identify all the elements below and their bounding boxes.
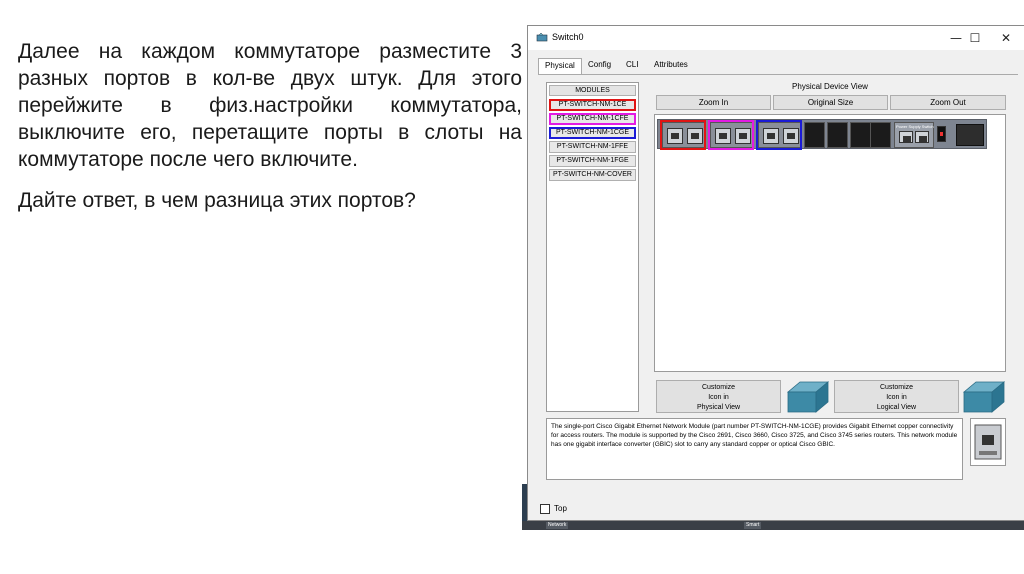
empty-slot[interactable] <box>870 122 891 148</box>
background-toolbar: Network Smart <box>522 521 1024 530</box>
tab-divider <box>538 74 1018 75</box>
toolbar-item-network[interactable]: Network <box>546 522 569 529</box>
top-label: Top <box>554 504 567 513</box>
modules-header: MODULES <box>549 85 636 96</box>
switch-icon <box>786 381 830 413</box>
zoom-out-button[interactable]: Zoom Out <box>890 95 1006 110</box>
highlight-red-frame <box>660 120 706 150</box>
tab-cli[interactable]: CLI <box>620 58 644 74</box>
port-icon <box>915 131 929 143</box>
zoom-in-button[interactable]: Zoom In <box>656 95 771 110</box>
minimize-button[interactable]: — <box>948 30 964 46</box>
psu-label: Power Supply Switch <box>896 124 934 129</box>
highlight-magenta-frame <box>708 120 754 150</box>
top-checkbox[interactable] <box>540 504 550 514</box>
physical-tab-content: MODULES PT-SWITCH-NM-1CE PT-SWITCH-NM-1C… <box>542 78 1015 490</box>
maximize-button[interactable]: ☐ <box>967 30 983 46</box>
toolbar-item-smart[interactable]: Smart <box>744 522 762 529</box>
customize-physical-button[interactable]: Customize Icon in Physical View <box>656 380 781 413</box>
empty-slot[interactable] <box>804 122 825 148</box>
tab-physical[interactable]: Physical <box>538 58 582 75</box>
power-supply: Power Supply Switch <box>894 122 934 148</box>
switch-chassis: Power Supply Switch <box>657 119 987 150</box>
tab-config[interactable]: Config <box>582 58 617 74</box>
title-bar: Switch0 — ☐ ✕ <box>528 26 1024 50</box>
original-size-button[interactable]: Original Size <box>773 95 888 110</box>
instruction-paragraph: Далее на каждом коммутаторе разместите 3… <box>18 40 522 171</box>
switch-window: Switch0 — ☐ ✕ Physical Config CLI Attrib… <box>527 25 1024 521</box>
module-item[interactable]: PT-SWITCH-NM-1FGE <box>549 155 636 167</box>
app-icon <box>536 32 548 42</box>
module-item[interactable]: PT-SWITCH-NM-1FFE <box>549 141 636 153</box>
customize-logical-button[interactable]: Customize Icon in Logical View <box>834 380 959 413</box>
module-item[interactable]: PT-SWITCH-NM-1CE <box>549 99 636 111</box>
question-paragraph: Дайте ответ, в чем разница этих портов? <box>18 189 416 212</box>
empty-slot[interactable] <box>850 122 871 148</box>
slide-text: Далее на каждом коммутаторе разместите 3… <box>18 38 522 214</box>
port-icon <box>899 131 913 143</box>
module-item[interactable]: PT-SWITCH-NM-1CGE <box>549 127 636 139</box>
modules-list: MODULES PT-SWITCH-NM-1CE PT-SWITCH-NM-1C… <box>546 82 639 412</box>
empty-slot[interactable] <box>827 122 848 148</box>
window-title: Switch0 <box>552 32 584 42</box>
module-preview <box>970 418 1006 466</box>
customize-physical-label: Customize Icon in Physical View <box>696 384 741 411</box>
module-description: The single-port Cisco Gigabit Ethernet N… <box>546 418 963 480</box>
tab-attributes[interactable]: Attributes <box>648 58 694 74</box>
power-connector-icon <box>956 124 984 146</box>
device-view-area: Power Supply Switch <box>654 114 1006 372</box>
close-button[interactable]: ✕ <box>998 30 1014 46</box>
module-item[interactable]: PT-SWITCH-NM-COVER <box>549 169 636 181</box>
physical-device-view-title: Physical Device View <box>792 82 868 91</box>
switch-icon <box>962 381 1006 413</box>
module-preview-icon <box>974 424 1002 460</box>
highlight-blue-frame <box>756 120 802 150</box>
customize-logical-label: Customize Icon in Logical View <box>876 384 917 411</box>
power-switch[interactable] <box>937 126 946 142</box>
module-item[interactable]: PT-SWITCH-NM-1CFE <box>549 113 636 125</box>
